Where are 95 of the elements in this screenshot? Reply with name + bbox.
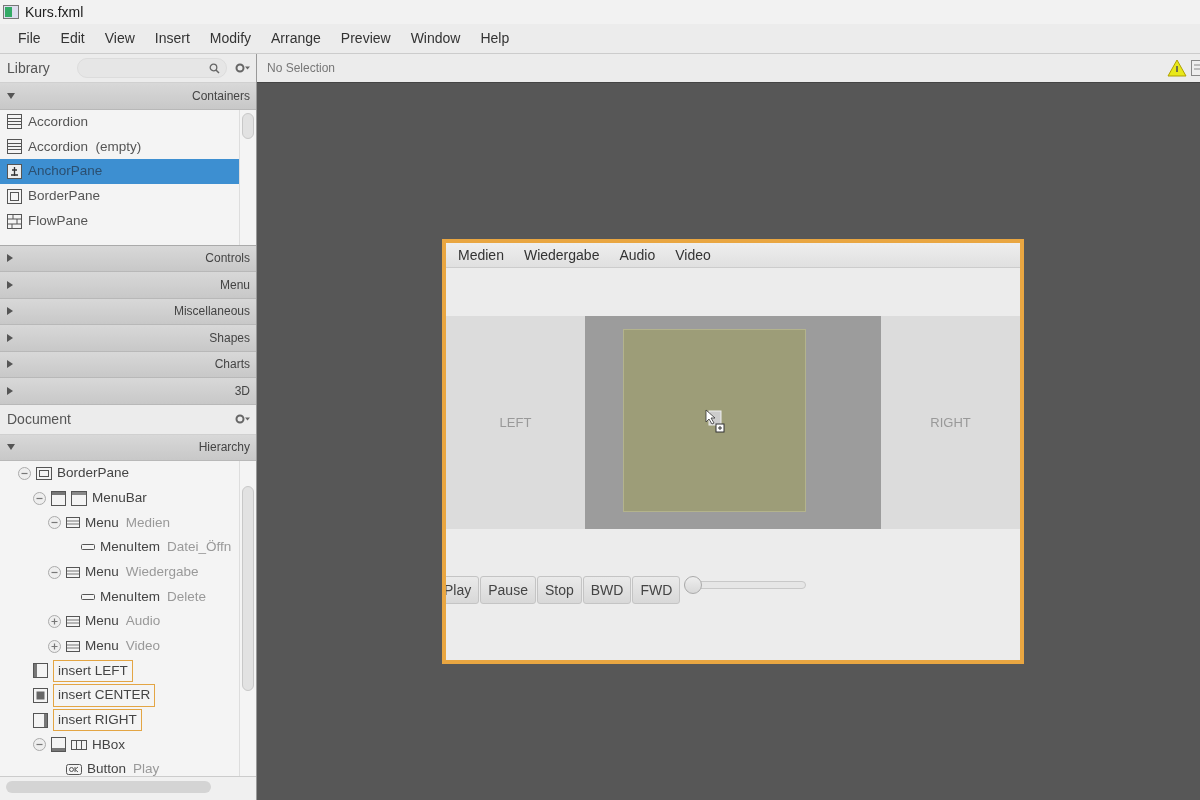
tree-item-name: Medien	[125, 513, 171, 532]
preview-menu-entry[interactable]: Wiedergabe	[513, 244, 610, 266]
collapse-icon[interactable]	[48, 565, 61, 579]
menu-bar-entry[interactable]: Modify	[199, 28, 262, 49]
media-button[interactable]: Pause	[480, 576, 536, 604]
menu-bar-entry[interactable]: Preview	[330, 28, 401, 49]
tree-item-name: Datei_Öffn	[167, 538, 232, 557]
library-item[interactable]: Accordion (empty)	[0, 134, 239, 160]
menu-bar-entry[interactable]: Help	[470, 28, 520, 49]
expand-icon[interactable]	[48, 614, 61, 628]
media-button[interactable]: FWD	[632, 576, 681, 604]
section-header[interactable]: 3D	[0, 378, 256, 405]
list-icon	[66, 640, 80, 652]
collapse-icon[interactable]	[48, 516, 61, 530]
scrollbar[interactable]	[6, 781, 211, 793]
frame-icon	[33, 663, 48, 679]
library-item[interactable]: Accordion	[0, 109, 239, 135]
tree-item[interactable]: MenuItem	[100, 586, 161, 607]
tree-item-name: Play	[133, 760, 160, 776]
frame-icon	[51, 737, 66, 753]
bar-icon	[81, 593, 95, 600]
section-header[interactable]: Hierarchy	[0, 434, 256, 461]
panel-title: Library	[7, 58, 50, 78]
tree-item[interactable]: Menu	[85, 561, 119, 583]
frame-icon	[33, 712, 48, 728]
grid-icon	[7, 213, 22, 229]
search-field[interactable]	[77, 58, 227, 78]
warning-icon[interactable]	[1167, 59, 1187, 77]
tree-item[interactable]: MenuItem	[100, 537, 161, 558]
scrollbar[interactable]	[239, 109, 256, 245]
placeholder-slot[interactable]: insert LEFT	[53, 659, 133, 682]
region-label: LEFT	[499, 413, 532, 432]
document-icon[interactable]	[1191, 60, 1200, 76]
menu-bar-entry[interactable]: Arrange	[261, 28, 331, 49]
menu-bar-entry[interactable]: Window	[400, 28, 471, 49]
tree-item[interactable]: MenuBar	[92, 487, 147, 509]
placeholder-slot[interactable]: insert CENTER	[53, 684, 156, 707]
tree-item[interactable]: Menu	[85, 512, 119, 533]
frame-icon	[7, 188, 22, 204]
tree-item[interactable]: Menu	[85, 636, 119, 657]
tree-item[interactable]: BorderPane	[57, 463, 130, 484]
section-header[interactable]: Containers	[0, 83, 256, 110]
frame-icon	[51, 490, 66, 506]
placeholder-slot[interactable]: insert RIGHT	[53, 709, 142, 732]
library-item[interactable]: BorderPane	[0, 183, 239, 209]
window-icon	[71, 490, 87, 506]
slider-thumb[interactable]	[684, 576, 703, 594]
frame-icon	[33, 688, 48, 704]
preview-menu-entry[interactable]: Video	[665, 244, 721, 266]
selection-status: No Selection	[267, 60, 336, 77]
list-icon	[7, 139, 22, 155]
region-label: RIGHT	[930, 413, 971, 432]
cursor-icon	[704, 408, 725, 433]
panel-title: Document	[7, 409, 71, 429]
columns-icon	[71, 739, 87, 750]
collapse-icon[interactable]	[18, 466, 31, 480]
tree-item-name: Delete	[167, 587, 207, 606]
settings-icon[interactable]	[235, 414, 250, 424]
tree-item-name: Wiedergabe	[125, 562, 199, 581]
anchor-icon	[7, 164, 22, 179]
media-button[interactable]: Play	[446, 576, 480, 604]
list-icon	[66, 615, 80, 627]
tree-item-name: Audio	[125, 612, 161, 631]
tree-item[interactable]: Button	[87, 759, 127, 776]
library-item[interactable]: FlowPane	[0, 208, 239, 234]
menu-bar-entry[interactable]: Edit	[50, 28, 95, 49]
expand-icon[interactable]	[48, 639, 61, 653]
collapse-icon[interactable]	[33, 738, 46, 752]
preview-menu-entry[interactable]: Medien	[448, 244, 514, 266]
tree-item[interactable]: Menu	[85, 611, 119, 632]
app-icon	[3, 5, 19, 19]
window-title: Kurs.fxml	[25, 2, 84, 22]
tree-item-name: Video	[125, 637, 161, 656]
section-header[interactable]: Menu	[0, 272, 256, 299]
section-header[interactable]: Charts	[0, 351, 256, 378]
frame-icon	[36, 466, 52, 480]
menu-bar-entry[interactable]: File	[8, 28, 51, 49]
list-icon	[7, 114, 22, 130]
collapse-icon[interactable]	[33, 491, 46, 505]
scrollbar[interactable]	[239, 461, 256, 776]
media-button[interactable]: Stop	[536, 576, 582, 604]
section-header[interactable]: Miscellaneous	[0, 298, 256, 325]
settings-icon[interactable]	[235, 63, 250, 73]
tree-item[interactable]: HBox	[92, 734, 125, 756]
section-header[interactable]: Controls	[0, 245, 256, 272]
menu-bar-entry[interactable]: Insert	[144, 28, 200, 49]
list-icon	[66, 566, 80, 578]
list-icon	[66, 517, 80, 529]
section-header[interactable]: Shapes	[0, 325, 256, 352]
bar-icon	[81, 544, 95, 551]
media-button[interactable]: BWD	[582, 576, 632, 604]
slider[interactable]	[684, 576, 807, 594]
menu-bar-entry[interactable]: View	[94, 28, 145, 49]
preview-menu-entry[interactable]: Audio	[609, 244, 666, 266]
search-icon	[209, 62, 220, 74]
